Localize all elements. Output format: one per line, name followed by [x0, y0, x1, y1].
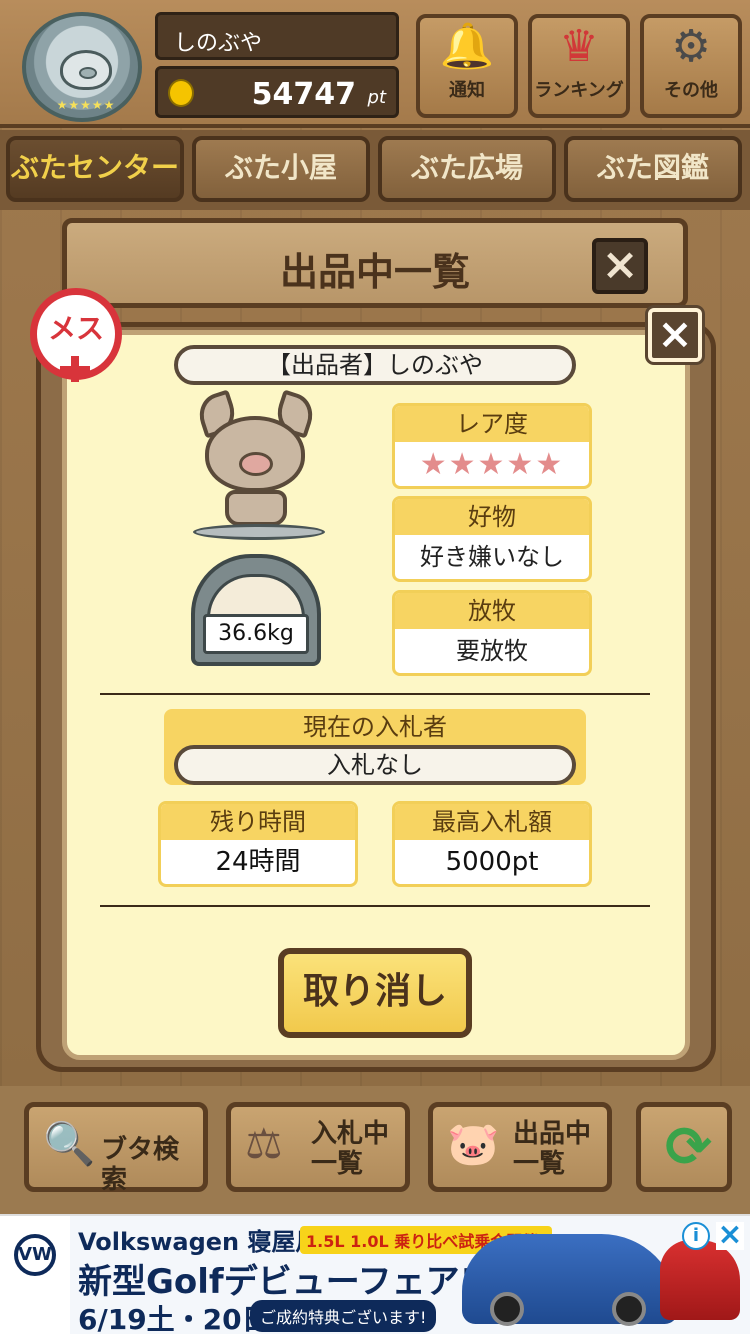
top-status-bar: ★★★★★ しのぶや 54747 pt 🔔 通知 ♛ ランキング ⚙ その他 — [0, 0, 750, 128]
tab-buta-hiroba[interactable]: ぶた広場 — [378, 136, 556, 202]
other-button[interactable]: ⚙ その他 — [640, 14, 742, 118]
ranking-label: ランキング — [534, 80, 624, 101]
listing-list-button[interactable]: 🐷 出品中 一覧 — [428, 1102, 612, 1192]
grazing-value: 要放牧 — [456, 637, 528, 665]
tab-buta-goya[interactable]: ぶた小屋 — [192, 136, 370, 202]
ad-dates: 6/19土・20日 — [78, 1303, 270, 1334]
red-car-image — [660, 1240, 740, 1320]
magnifier-icon: 🔍 — [43, 1119, 96, 1168]
favorite-food-card: 好物 好き嫌いなし — [392, 496, 592, 582]
coin-icon — [168, 79, 194, 107]
time-left-value: 24時間 — [215, 847, 301, 877]
pig-snout — [239, 452, 273, 476]
max-bid-card: 最高入札額 5000pt — [392, 801, 592, 887]
cancel-listing-button[interactable]: 取り消し — [278, 948, 472, 1038]
main-nav: ぶたセンター ぶた小屋 ぶた広場 ぶた図鑑 — [0, 130, 750, 210]
seller-name: 【出品者】しのぶや — [174, 345, 576, 385]
current-bidder-value: 入札なし — [174, 745, 576, 785]
ad-close-button[interactable]: × — [716, 1220, 744, 1250]
listing-close-button[interactable]: × — [592, 238, 648, 294]
time-left-label: 残り時間 — [161, 804, 355, 840]
pig-search-button[interactable]: 🔍 ブタ検索 — [24, 1102, 208, 1195]
weight-value: 36.6kg — [203, 614, 309, 654]
rank-emblem[interactable]: ★★★★★ — [22, 12, 142, 122]
favorite-label: 好物 — [395, 499, 589, 535]
ranking-button[interactable]: ♛ ランキング — [528, 14, 630, 118]
listing-title: 出品中一覧 — [279, 250, 470, 294]
time-left-card: 残り時間 24時間 — [158, 801, 358, 887]
scale-plate — [193, 524, 325, 540]
grazing-card: 放牧 要放牧 — [392, 590, 592, 676]
points-display: 54747 pt — [155, 66, 399, 118]
username-display: しのぶや — [155, 12, 399, 60]
car-image — [462, 1234, 678, 1326]
notification-label: 通知 — [449, 80, 485, 101]
crown-icon: ♛ — [559, 21, 599, 72]
max-bid-label: 最高入札額 — [395, 804, 589, 840]
female-label: メス — [47, 312, 104, 345]
rank-stars: ★★★★★ — [56, 98, 116, 112]
pig-icon: 🐷 — [447, 1119, 500, 1168]
points-unit: pt — [367, 87, 386, 108]
notification-button[interactable]: 🔔 通知 — [416, 14, 518, 118]
gavel-icon: ⚖ — [245, 1119, 283, 1168]
grazing-label: 放牧 — [395, 593, 589, 629]
ad-banner[interactable]: VW Volkswagen 寝屋川 1.5L 1.0L 乗り比べ試乗会開催! 新… — [0, 1214, 750, 1334]
pig-body — [225, 490, 287, 526]
tab-buta-zukan[interactable]: ぶた図鑑 — [564, 136, 742, 202]
ad-brand: Volkswagen 寝屋川 — [78, 1228, 320, 1256]
emblem-snout — [79, 67, 97, 79]
listing-list-label: 出品中 一覧 — [513, 1119, 592, 1179]
car-wheel-rear — [612, 1292, 646, 1326]
pig-search-label: ブタ検索 — [101, 1135, 180, 1195]
ad-info-icon[interactable]: i — [682, 1222, 710, 1250]
female-symbol-bar — [60, 366, 90, 373]
bidding-list-button[interactable]: ⚖ 入札中 一覧 — [226, 1102, 410, 1192]
section-divider-2 — [100, 905, 650, 907]
ad-note: ご成約特典ございます! — [250, 1300, 437, 1332]
refresh-button[interactable]: ⟳ — [636, 1102, 732, 1192]
rarity-label: レア度 — [395, 406, 589, 442]
bell-icon: 🔔 — [439, 21, 495, 72]
other-label: その他 — [664, 80, 718, 101]
max-bid-value: 5000pt — [445, 847, 539, 877]
rarity-card: レア度 ★★★★★ — [392, 403, 592, 489]
section-divider — [100, 693, 650, 695]
favorite-value: 好き嫌いなし — [420, 543, 564, 571]
refresh-icon: ⟳ — [665, 1115, 712, 1180]
rarity-stars: ★★★★★ — [419, 447, 565, 482]
emblem-pig-icon — [60, 50, 112, 90]
female-symbol-icon — [60, 356, 90, 382]
volkswagen-logo: VW — [14, 1234, 56, 1276]
bidding-list-label: 入札中 一覧 — [311, 1119, 390, 1179]
car-wheel-front — [490, 1292, 524, 1326]
current-bidder-label: 現在の入札者 — [303, 713, 447, 741]
gear-icon: ⚙ — [671, 21, 711, 72]
ad-headline: 新型Golfデビューフェア!! — [78, 1262, 491, 1302]
detail-close-button[interactable]: × — [648, 308, 702, 362]
points-value: 54747 — [251, 77, 356, 112]
tab-buta-center[interactable]: ぶたセンター — [6, 136, 184, 202]
